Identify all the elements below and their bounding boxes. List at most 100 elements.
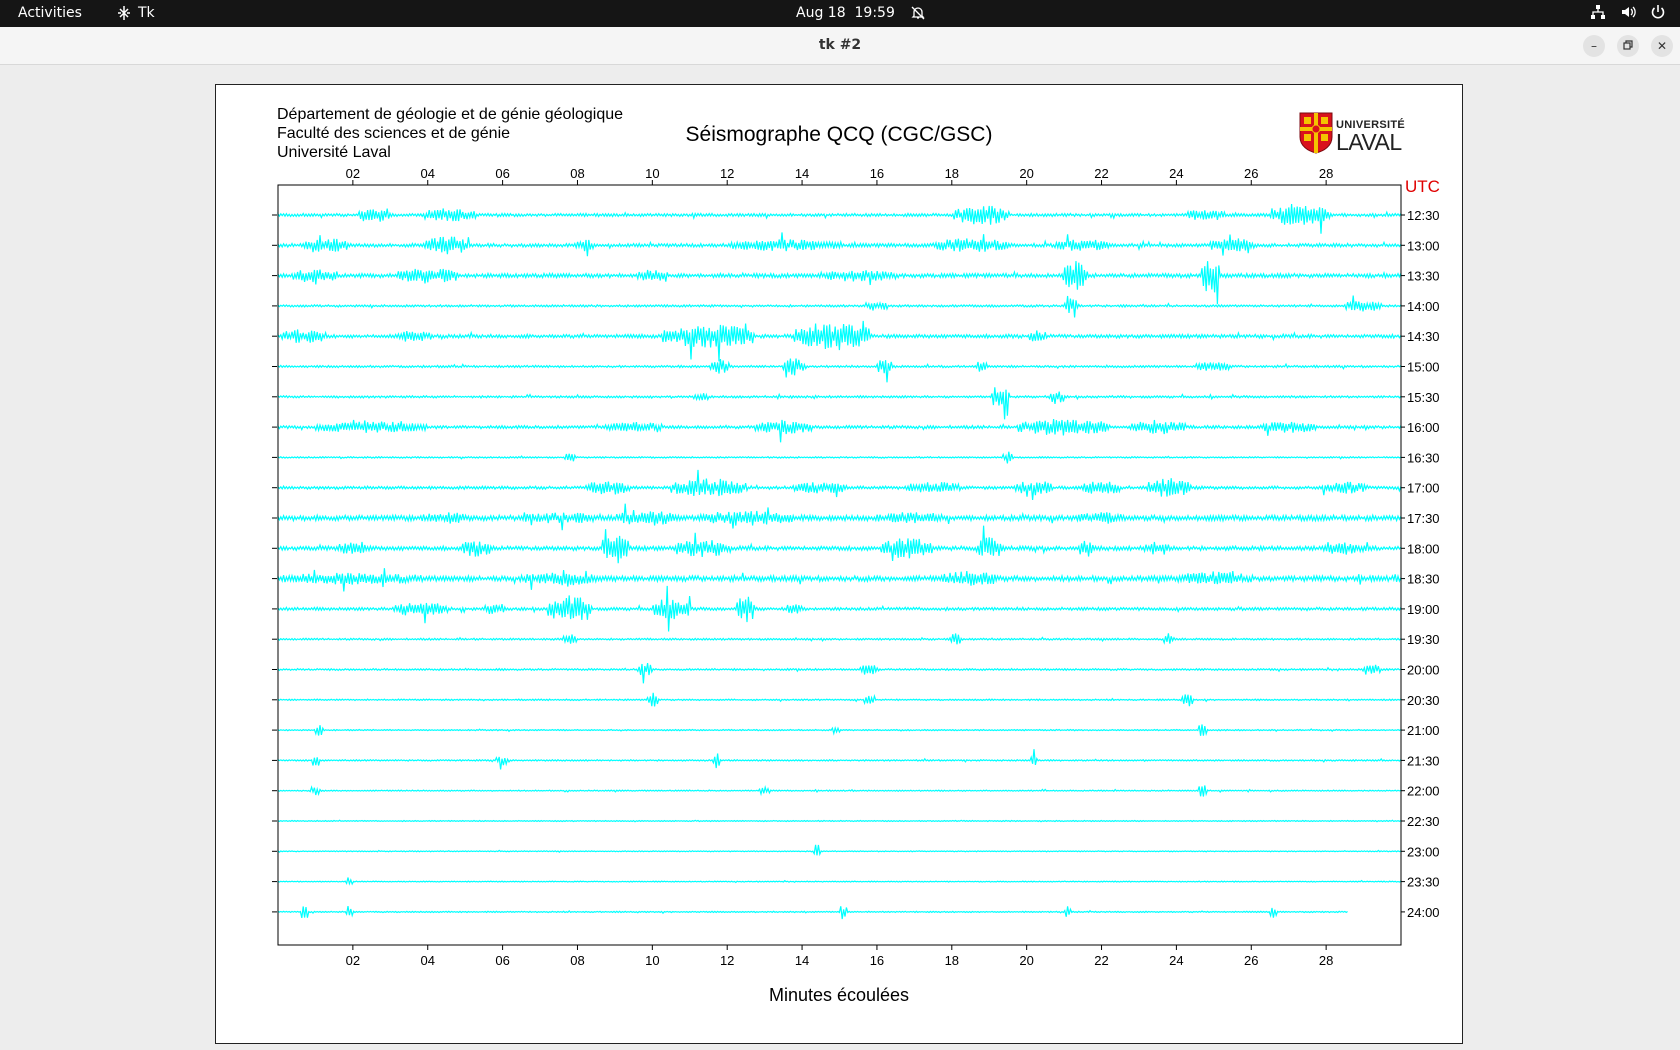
clock-time: 19:59 — [854, 5, 895, 21]
x-tick-label-top: 22 — [1094, 166, 1108, 181]
restore-icon — [1623, 39, 1633, 53]
y-tick-label: 23:00 — [1407, 844, 1440, 859]
seismic-trace — [277, 568, 1402, 592]
seismograph-canvas: Département de géologie et de génie géol… — [215, 84, 1463, 1044]
seismic-trace — [277, 451, 1402, 464]
seismic-trace — [277, 295, 1402, 318]
y-tick-label: 17:00 — [1407, 481, 1440, 496]
y-tick-label: 20:30 — [1407, 693, 1440, 708]
y-tick-label: 24:00 — [1407, 905, 1440, 920]
y-tick-label: 18:00 — [1407, 541, 1440, 556]
seismic-trace — [277, 905, 1348, 920]
x-axis-label: Minutes écoulées — [768, 985, 910, 1005]
y-tick-label: 21:30 — [1407, 753, 1440, 768]
y-tick-label: 13:30 — [1407, 269, 1440, 284]
x-tick-label-top: 02 — [346, 166, 360, 181]
y-tick-label: 15:00 — [1407, 360, 1440, 375]
seismic-trace — [277, 261, 1402, 305]
seismic-trace — [277, 320, 1402, 362]
x-tick-label-bottom: 18 — [945, 953, 959, 968]
y-tick-label: 14:30 — [1407, 329, 1440, 344]
y-axis-label: UTC — [1405, 177, 1440, 196]
maximize-button[interactable] — [1617, 35, 1639, 57]
x-tick-label-top: 24 — [1169, 166, 1183, 181]
y-tick-label: 23:30 — [1407, 875, 1440, 890]
seismic-trace — [277, 633, 1402, 645]
seismic-trace — [277, 724, 1402, 737]
seismic-trace — [277, 503, 1402, 531]
y-tick-label: 22:30 — [1407, 814, 1440, 829]
x-tick-label-bottom: 02 — [346, 953, 360, 968]
plot-frame — [277, 184, 1402, 946]
axes-group: 02 02 04 04 06 06 08 08 10 10 12 12 14 14 16 16 18 18 20 20… — [272, 166, 1440, 968]
window-titlebar[interactable]: tk #2 – ✕ — [0, 27, 1680, 65]
network-icon — [1590, 4, 1606, 20]
y-tick-label: 18:30 — [1407, 572, 1440, 587]
x-tick-label-bottom: 06 — [495, 953, 509, 968]
close-icon: ✕ — [1656, 39, 1668, 53]
seismic-trace — [277, 204, 1402, 234]
seismic-trace — [277, 469, 1402, 500]
x-tick-label-top: 14 — [795, 166, 809, 181]
seismic-trace — [277, 525, 1402, 564]
x-tick-label-bottom: 10 — [645, 953, 659, 968]
clock-button[interactable]: Aug 18 19:59 — [796, 5, 925, 21]
y-tick-label: 16:00 — [1407, 420, 1440, 435]
app-name: Tk — [138, 5, 155, 21]
seismic-trace — [277, 749, 1402, 770]
seismic-trace — [277, 387, 1402, 420]
x-tick-label-bottom: 12 — [720, 953, 734, 968]
seismic-trace — [277, 819, 1402, 823]
seismic-trace — [277, 419, 1402, 443]
x-tick-label-bottom: 22 — [1094, 953, 1108, 968]
power-icon — [1650, 4, 1666, 20]
seismic-trace — [277, 692, 1402, 707]
x-tick-label-top: 04 — [420, 166, 434, 181]
y-tick-label: 19:30 — [1407, 632, 1440, 647]
activities-button[interactable]: Activities — [18, 5, 82, 21]
close-button[interactable]: ✕ — [1651, 35, 1673, 57]
notifications-muted-icon — [911, 6, 925, 20]
x-tick-label-bottom: 20 — [1019, 953, 1033, 968]
x-tick-label-top: 20 — [1019, 166, 1033, 181]
seismic-trace — [277, 663, 1402, 684]
x-tick-label-bottom: 08 — [570, 953, 584, 968]
app-menu[interactable]: Tk — [116, 5, 155, 21]
window-title: tk #2 — [818, 37, 862, 53]
x-tick-label-top: 08 — [570, 166, 584, 181]
tk-app-icon — [116, 5, 132, 21]
x-tick-label-bottom: 04 — [420, 953, 434, 968]
seismogram-plot: 02 02 04 04 06 06 08 08 10 10 12 12 14 14 16 16 18 18 20 20… — [272, 166, 1440, 968]
volume-icon — [1620, 4, 1636, 20]
seismic-trace — [277, 877, 1402, 886]
seismic-trace — [277, 358, 1402, 383]
minimize-button[interactable]: – — [1583, 35, 1605, 57]
y-tick-label: 21:00 — [1407, 723, 1440, 738]
x-tick-label-top: 12 — [720, 166, 734, 181]
seismic-trace — [277, 232, 1402, 257]
x-tick-label-bottom: 24 — [1169, 953, 1183, 968]
x-tick-label-bottom: 14 — [795, 953, 809, 968]
y-tick-label: 22:00 — [1407, 784, 1440, 799]
top-bar: Activities Tk Aug 18 19:59 — [0, 0, 1680, 27]
x-tick-label-bottom: 16 — [870, 953, 884, 968]
system-tray[interactable] — [1590, 4, 1666, 20]
seismic-trace — [277, 844, 1402, 857]
y-tick-label: 20:00 — [1407, 663, 1440, 678]
x-tick-label-top: 10 — [645, 166, 659, 181]
y-tick-label: 12:30 — [1407, 208, 1440, 223]
seismic-trace — [277, 784, 1402, 797]
y-tick-label: 19:00 — [1407, 602, 1440, 617]
minimize-icon: – — [1591, 39, 1597, 53]
y-tick-label: 17:30 — [1407, 511, 1440, 526]
clock-date: Aug 18 — [796, 5, 846, 21]
x-tick-label-top: 26 — [1244, 166, 1258, 181]
y-tick-label: 15:30 — [1407, 390, 1440, 405]
y-tick-label: 16:30 — [1407, 450, 1440, 465]
trace-group — [277, 204, 1402, 920]
x-tick-label-top: 16 — [870, 166, 884, 181]
x-tick-label-top: 18 — [945, 166, 959, 181]
x-tick-label-top: 06 — [495, 166, 509, 181]
x-tick-label-bottom: 28 — [1319, 953, 1333, 968]
y-tick-label: 14:00 — [1407, 299, 1440, 314]
